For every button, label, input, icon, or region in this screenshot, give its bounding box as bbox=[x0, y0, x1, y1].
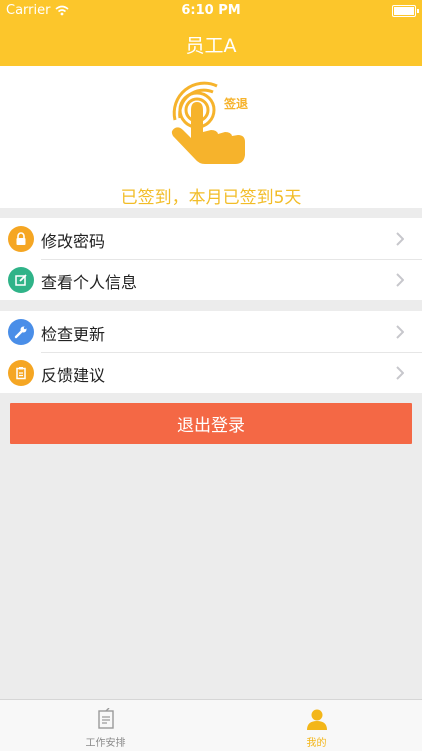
profile-icon bbox=[307, 709, 327, 730]
tab-work-schedule[interactable]: 工作安排 bbox=[0, 700, 211, 751]
menu-label: 检查更新 bbox=[41, 325, 106, 344]
checkin-status-text: 已签到，本月已签到5天 bbox=[120, 188, 302, 208]
menu-item-check-update[interactable]: 检查更新 bbox=[0, 311, 422, 353]
status-time: 6:10 PM bbox=[181, 3, 241, 18]
tab-bar: 工作安排 我的 bbox=[0, 699, 422, 751]
menu-label: 查看个人信息 bbox=[41, 273, 138, 292]
menu-group-account: 修改密码 查看个人信息 bbox=[0, 218, 422, 300]
clipboard-icon bbox=[8, 360, 34, 386]
wrench-icon bbox=[8, 319, 34, 345]
tab-label: 我的 bbox=[306, 738, 327, 749]
chevron-right-icon bbox=[396, 325, 404, 339]
lock-icon bbox=[8, 226, 34, 252]
page-title: 员工A bbox=[185, 34, 237, 57]
logout-label: 退出登录 bbox=[177, 416, 245, 436]
chevron-right-icon bbox=[396, 232, 404, 246]
menu-label: 修改密码 bbox=[41, 232, 106, 251]
menu-group-app: 检查更新 反馈建议 bbox=[0, 311, 422, 393]
checkout-hand-icon[interactable] bbox=[165, 80, 253, 166]
menu-item-change-password[interactable]: 修改密码 bbox=[0, 218, 422, 260]
tab-label: 工作安排 bbox=[85, 738, 126, 749]
edit-icon bbox=[8, 267, 34, 293]
menu-label: 反馈建议 bbox=[41, 366, 106, 385]
battery-icon bbox=[392, 5, 419, 17]
chevron-right-icon bbox=[396, 366, 404, 380]
menu-item-feedback[interactable]: 反馈建议 bbox=[0, 352, 422, 393]
status-bar: Carrier 6:10 PM bbox=[0, 0, 422, 22]
chevron-right-icon bbox=[396, 273, 404, 287]
checkin-panel: 签退 已签到，本月已签到5天 bbox=[0, 66, 422, 208]
nav-bar: 员工A bbox=[0, 22, 422, 66]
checkout-label[interactable]: 签退 bbox=[224, 95, 248, 112]
tab-me[interactable]: 我的 bbox=[211, 700, 422, 751]
menu-item-profile-info[interactable]: 查看个人信息 bbox=[0, 259, 422, 300]
logout-button[interactable]: 退出登录 bbox=[10, 403, 412, 444]
schedule-icon bbox=[98, 708, 114, 729]
